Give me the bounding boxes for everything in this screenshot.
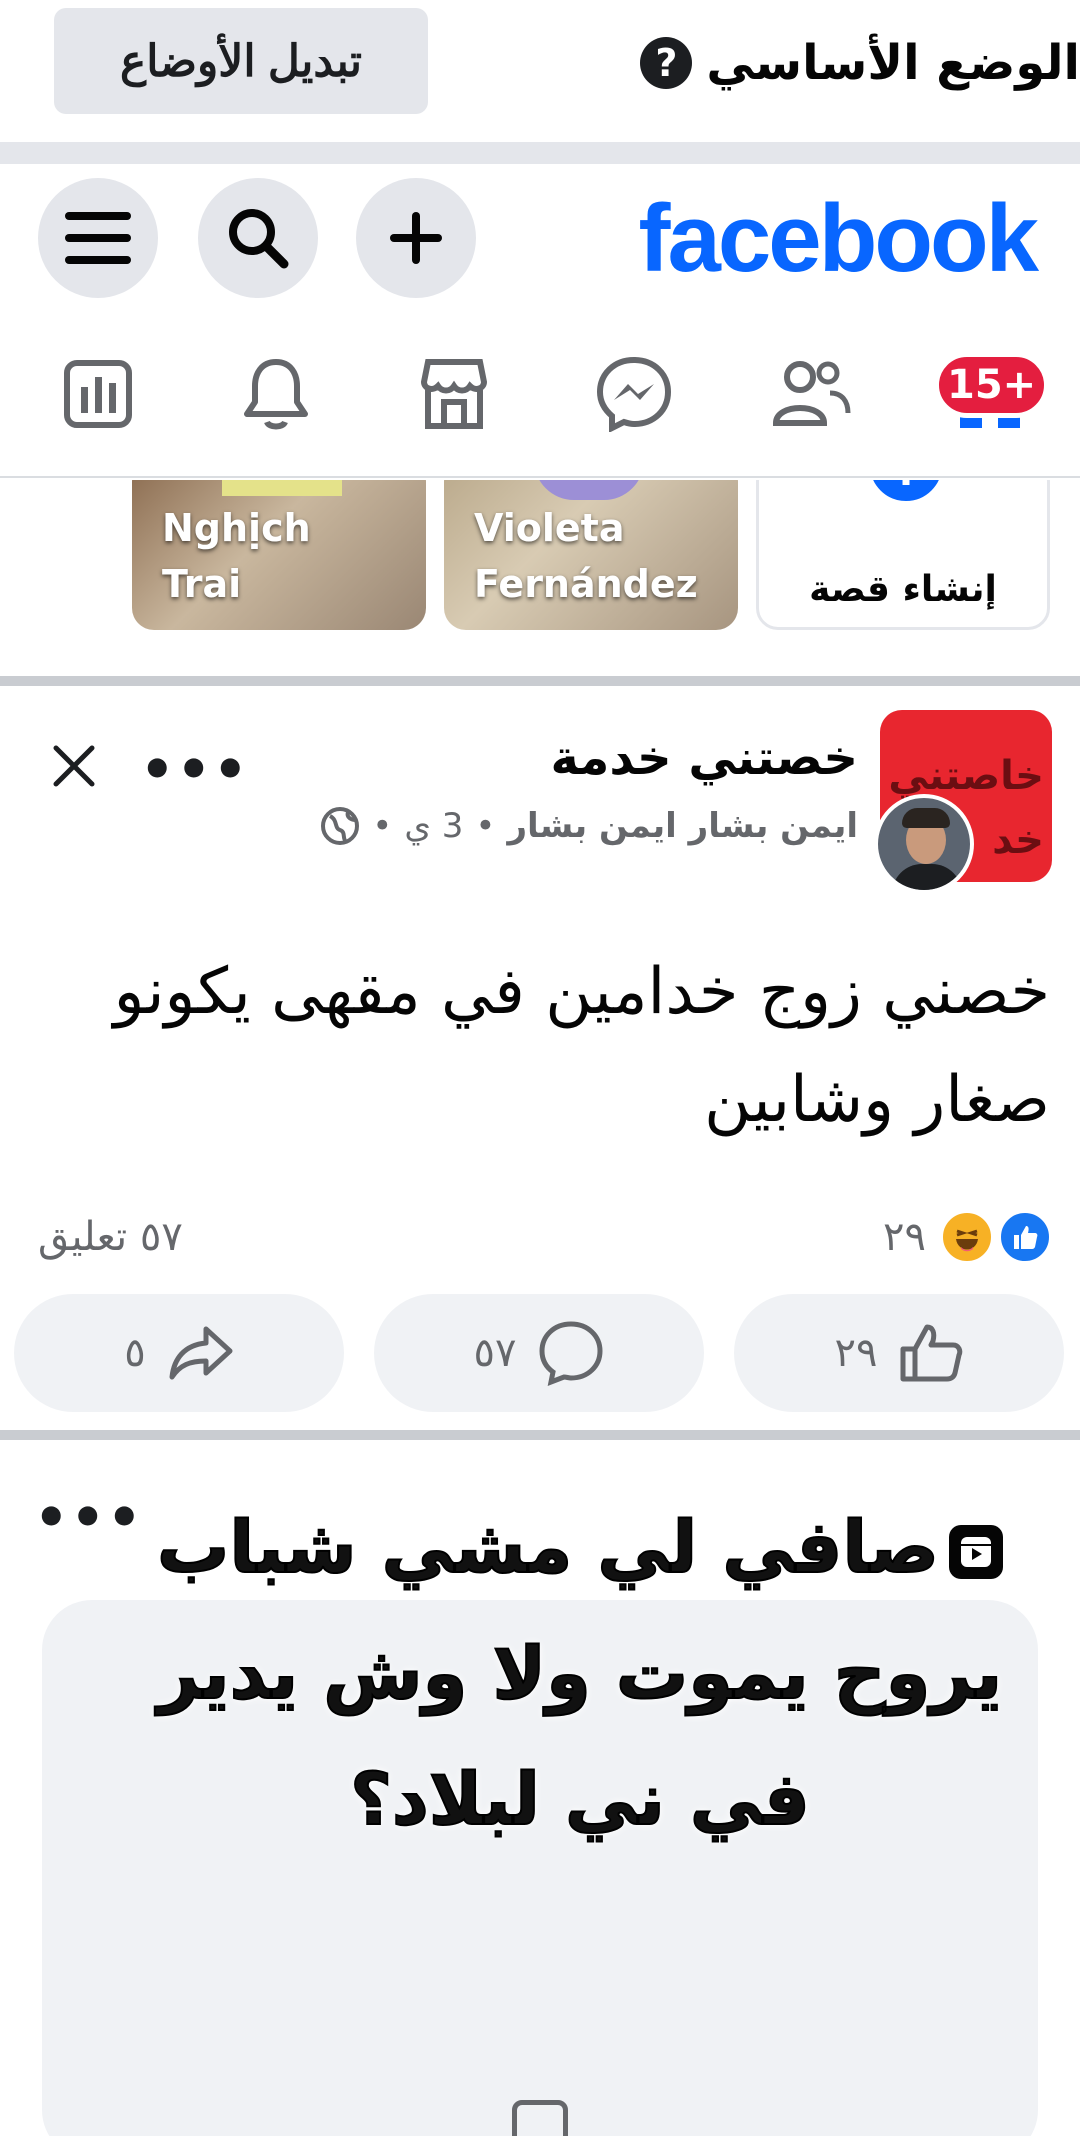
story-name-line: Trai [162,562,242,606]
mode-bar: تبديل الأوضاع الوضع الأساسي ? [0,0,1080,142]
close-glyph [53,745,95,787]
tab-home[interactable]: 15+ [934,344,1050,444]
meta-dot: • [372,806,393,846]
divider [0,142,1080,164]
comment-count-link[interactable]: ٥٧ تعليق [38,1214,183,1260]
story-thumbnail [222,480,342,496]
tab-dashboard[interactable] [48,344,148,444]
haha-reaction-icon [940,1210,994,1264]
like-reaction-icon [998,1210,1052,1264]
marketplace-icon [420,359,488,429]
switch-modes-button[interactable]: تبديل الأوضاع [54,8,428,114]
author-name[interactable]: ايمن بشار ايمن بشار [507,806,858,846]
search-icon [229,209,289,269]
story-name-line: Violeta [474,506,625,550]
story-name-line: Nghịch [162,506,311,550]
post-body: خصني زوج خدامين في مقهى يكونو صغار وشابي… [113,955,1050,1137]
laughing-face-glyph [956,1229,978,1252]
comment-icon [539,1321,603,1386]
avatar-body [892,864,962,890]
story-name-line: Fernández [474,562,698,606]
messenger-icon [596,356,672,432]
page-name[interactable]: خصتني خدمة [551,730,859,786]
notification-badge: 15+ [934,352,1050,418]
app-header: facebook [0,164,1080,314]
story-thumbnail [534,480,644,500]
reels-glyph [960,1537,991,1568]
bell-icon [244,359,308,430]
tab-friends[interactable] [762,344,862,444]
comment-button[interactable]: ٥٧ [374,1294,704,1412]
menu-button[interactable] [38,178,158,298]
menu-icon [65,212,131,264]
meta-dot: • [475,806,496,846]
story-card[interactable]: Violeta Fernández [444,480,738,630]
create-button[interactable] [356,178,476,298]
more-options-icon[interactable]: ••• [34,1486,144,1549]
comment-count: ٥٧ [473,1331,517,1375]
facebook-logo[interactable]: facebook [639,184,1039,294]
thumbs-up-icon [900,1324,963,1382]
tab-messenger[interactable] [584,344,684,444]
divider [0,1430,1080,1440]
plus-icon [390,212,442,264]
reaction-count: ٢٩ [883,1214,926,1260]
thumbs-up-glyph [1014,1226,1038,1249]
close-icon[interactable] [44,736,104,796]
mode-label-text: الوضع الأساسي [706,35,1080,91]
tab-notifications[interactable] [226,344,326,444]
more-options-icon[interactable]: ••• [140,738,250,801]
dashboard-icon [64,360,132,428]
friends-icon [772,361,851,426]
divider [0,676,1080,686]
stories-tray: + إنشاء قصة Violeta Fernández Nghịch Tra… [0,480,1080,676]
like-button[interactable]: ٢٩ [734,1294,1064,1412]
reel-caption-text: صافي لي مشي شباب يروح يموت ولا وش يدير ف… [156,1504,1003,1842]
reel-caption: صافي لي مشي شباب يروح يموت ولا وش يدير ف… [130,1484,1030,1862]
globe-icon [321,807,360,845]
mode-label: الوضع الأساسي ? [640,25,1080,101]
share-icon [169,1326,233,1380]
post-meta: ايمن بشار ايمن بشار • 3 ي • [320,806,858,846]
create-story-label: إنشاء قصة [809,569,997,610]
question-circle-icon[interactable]: ? [640,37,693,89]
story-name: Nghịch Trai [162,500,311,612]
share-count: ٥ [124,1331,146,1375]
reaction-summary[interactable]: ٢٩ [883,1210,1052,1264]
story-name: Violeta Fernández [474,500,698,612]
create-story-card[interactable]: + إنشاء قصة [756,480,1050,630]
share-button[interactable]: ٥ [14,1294,344,1412]
avatar-hair [902,808,950,828]
feed-post: ••• صافي لي مشي شباب يروح يموت ولا وش يد… [0,1440,1080,2136]
like-count: ٢٩ [834,1331,878,1375]
story-card[interactable]: Nghịch Trai [132,480,426,630]
avatar[interactable] [874,794,974,894]
video-icon [512,2100,568,2136]
feed-post: خاصتني خد خصتني خدمة ايمن بشار ايمن بشار… [0,686,1080,1430]
post-time[interactable]: 3 ي [404,806,463,846]
tab-bar: 15+ [0,314,1080,478]
search-button[interactable] [198,178,318,298]
tab-marketplace[interactable] [404,344,504,444]
plus-icon: + [864,480,948,507]
reels-icon [948,1525,1003,1580]
